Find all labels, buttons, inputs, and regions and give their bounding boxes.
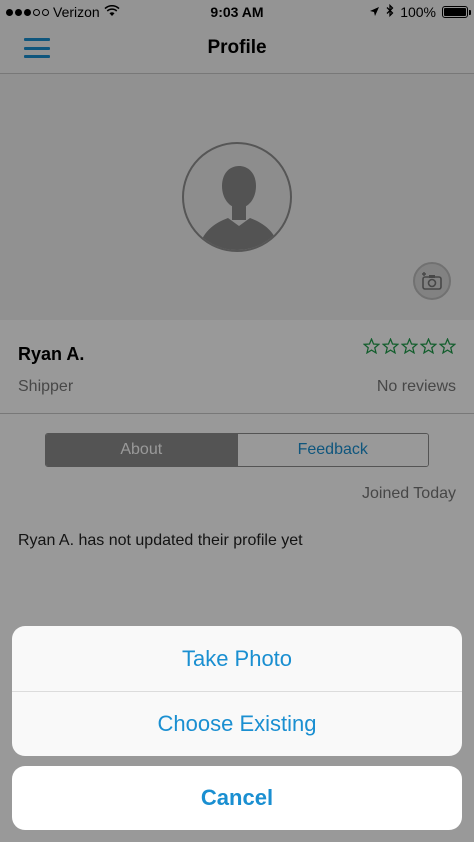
take-photo-button[interactable]: Take Photo xyxy=(12,626,462,691)
action-sheet-cancel: Cancel xyxy=(12,766,462,830)
choose-existing-button[interactable]: Choose Existing xyxy=(12,691,462,756)
action-sheet: Take Photo Choose Existing xyxy=(12,626,462,756)
cancel-button[interactable]: Cancel xyxy=(12,766,462,830)
